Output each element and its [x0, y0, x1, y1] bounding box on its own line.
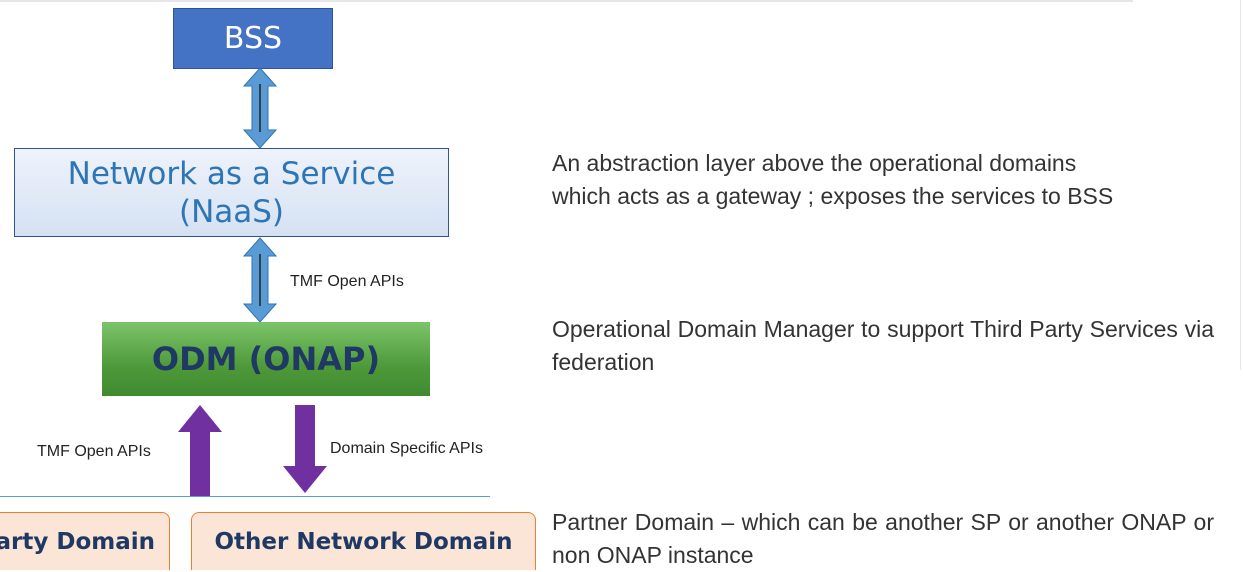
- other-network-domain-box: Other Network Domain: [191, 512, 536, 570]
- third-party-domain-box: Third Party Domain: [0, 512, 170, 570]
- naas-odm-double-arrow: [242, 237, 278, 323]
- odm-label: ODM (ONAP): [151, 340, 381, 378]
- arrows-layer: [178, 67, 327, 496]
- tmf-open-apis-top-label: TMF Open APIs: [290, 273, 404, 290]
- domain-boundary-line: [0, 496, 490, 497]
- domain-down-arrow: [283, 405, 327, 493]
- naas-box: Network as a Service (NaaS): [14, 148, 449, 237]
- domain-specific-apis-label: Domain Specific APIs: [330, 440, 483, 457]
- naas-description: An abstraction layer above the operation…: [552, 147, 1242, 213]
- naas-description-line1: An abstraction layer above the operation…: [552, 150, 1077, 176]
- naas-abbrev: (NaaS): [178, 194, 285, 230]
- partner-description: Partner Domain – which can be another SP…: [552, 509, 1214, 568]
- third-party-domain-label: Third Party Domain: [0, 528, 155, 555]
- other-network-domain-label: Other Network Domain: [214, 528, 513, 555]
- tmf-up-arrow: [178, 405, 222, 496]
- odm-description: Operational Domain Manager to support Th…: [552, 316, 1214, 375]
- naas-description-line2: which acts as a gateway ; exposes the se…: [552, 183, 1114, 209]
- tmf-open-apis-bottom-label: TMF Open APIs: [37, 443, 151, 460]
- bss-naas-double-arrow: [242, 67, 278, 149]
- naas-title: Network as a Service: [67, 156, 396, 192]
- odm-box: ODM (ONAP): [102, 322, 430, 396]
